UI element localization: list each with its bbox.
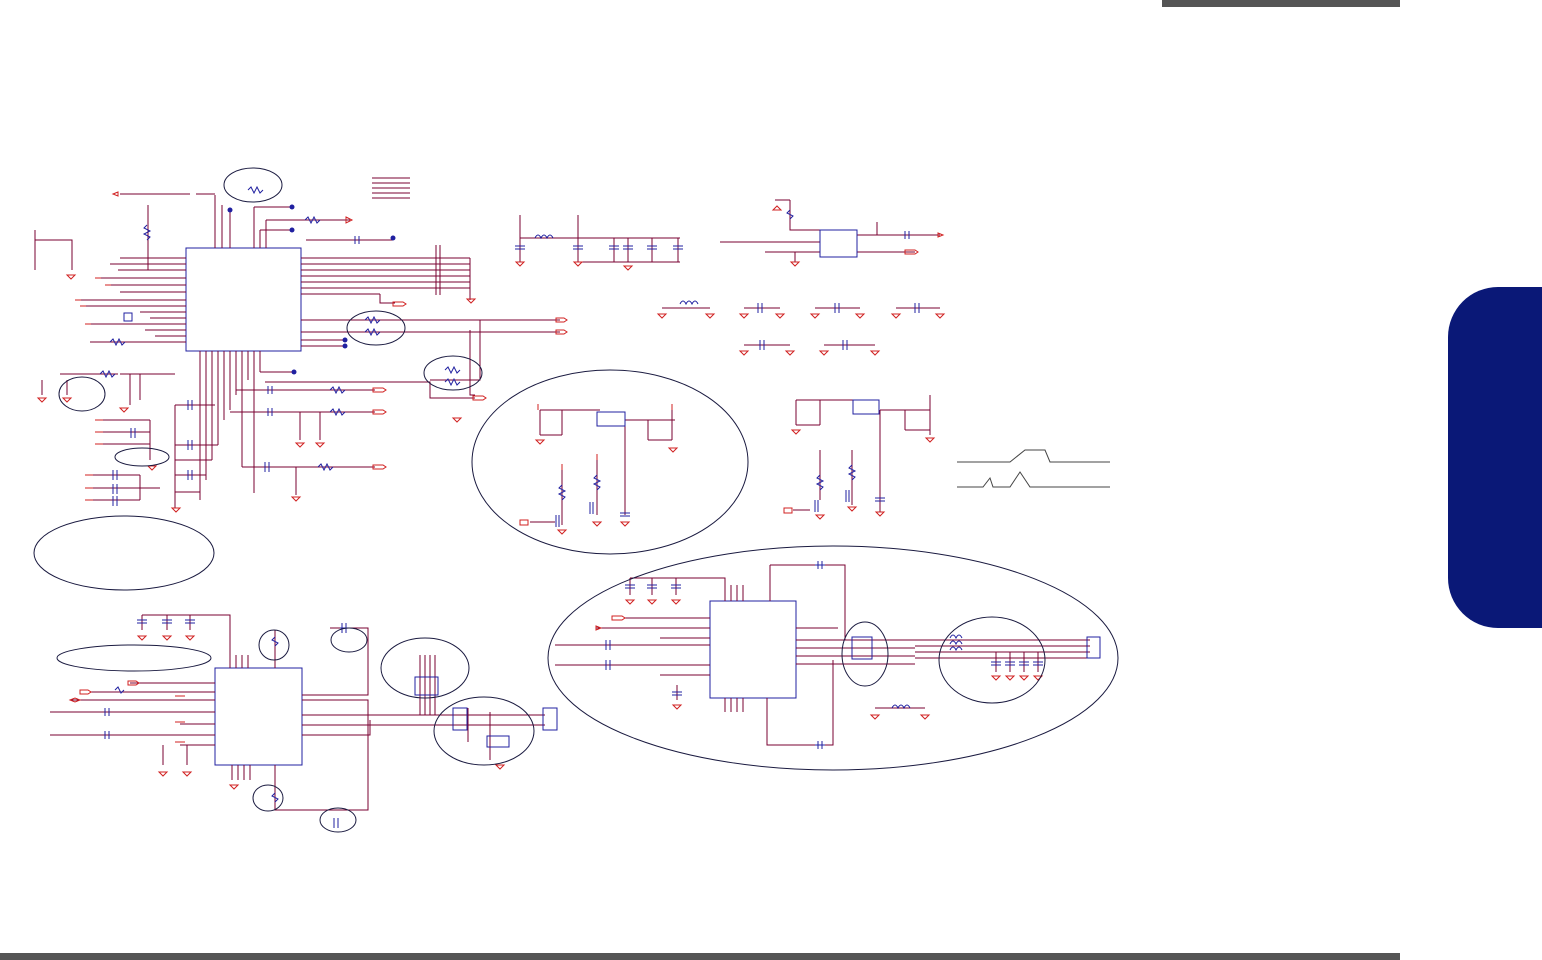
power-switch-right bbox=[793, 395, 931, 512]
power-switch-ellipse bbox=[471, 369, 749, 555]
timing-waveform bbox=[957, 449, 1110, 488]
main-passives bbox=[99, 185, 461, 506]
bottom-left-ic-block bbox=[50, 614, 545, 811]
junction-dots bbox=[227, 204, 396, 375]
filter-passives bbox=[515, 209, 920, 350]
main-ic-block bbox=[34, 177, 560, 508]
bottom-right-ic-block bbox=[555, 564, 1090, 746]
power-symbols-top-left bbox=[36, 191, 568, 513]
power-switch-left bbox=[530, 409, 675, 525]
circuit-schematic bbox=[33, 167, 1119, 833]
main-ic-chip bbox=[185, 247, 302, 352]
annotation-ellipses-top-left bbox=[33, 167, 483, 591]
filter-row bbox=[519, 199, 940, 346]
filter-power-symbols bbox=[514, 205, 946, 356]
